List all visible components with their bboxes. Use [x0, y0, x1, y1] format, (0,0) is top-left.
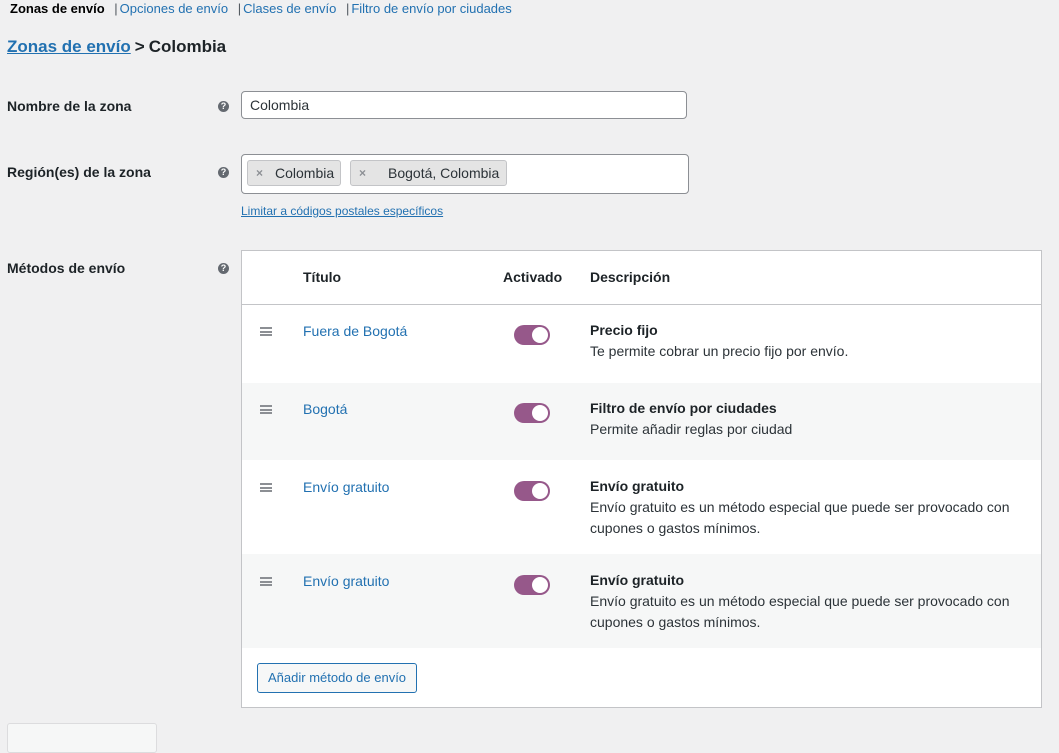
method-description: Envío gratuito Envío gratuito es un méto…: [590, 570, 1035, 633]
method-description-text: Envío gratuito es un método especial que…: [590, 499, 1010, 536]
method-description-text: Te permite cobrar un precio fijo por env…: [590, 343, 849, 359]
method-enabled-toggle[interactable]: [514, 325, 550, 345]
method-description: Filtro de envío por ciudades Permite aña…: [590, 398, 1035, 440]
method-title-link[interactable]: Bogotá: [303, 401, 347, 417]
region-tag-label: Colombia: [275, 165, 335, 181]
table-row: Envío gratuito Envío gratuito Envío grat…: [242, 460, 1041, 554]
method-description-text: Envío gratuito es un método especial que…: [590, 593, 1010, 630]
method-title-link[interactable]: Fuera de Bogotá: [303, 323, 407, 339]
method-description: Precio fijo Te permite cobrar un precio …: [590, 320, 1035, 362]
column-header-title: Título: [303, 269, 342, 285]
region-tag: × Bogotá, Colombia: [350, 160, 508, 186]
subnav-current-zonas[interactable]: Zonas de envío: [10, 1, 105, 16]
drag-handle-icon[interactable]: [260, 405, 272, 414]
shipping-methods-label: Métodos de envío: [7, 260, 126, 276]
region-tag-label: Bogotá, Colombia: [388, 165, 500, 181]
method-enabled-toggle[interactable]: [514, 481, 550, 501]
limit-postcodes-link[interactable]: Limitar a códigos postales específicos: [241, 204, 443, 218]
method-name: Precio fijo: [590, 322, 658, 338]
method-description: Envío gratuito Envío gratuito es un méto…: [590, 476, 1035, 539]
help-circle-icon[interactable]: ?: [218, 101, 229, 112]
method-name: Filtro de envío por ciudades: [590, 400, 777, 416]
add-shipping-method-button[interactable]: Añadir método de envío: [257, 663, 418, 693]
table-row: Bogotá Filtro de envío por ciudades Perm…: [242, 383, 1041, 460]
table-header: Título Activado Descripción: [242, 251, 1041, 305]
subnav-link-filtro[interactable]: Filtro de envío por ciudades: [351, 1, 511, 16]
table-row: Envío gratuito Envío gratuito Envío grat…: [242, 554, 1041, 648]
method-enabled-toggle[interactable]: [514, 403, 550, 423]
subnav-separator: |: [237, 1, 242, 16]
subnav-separator: |: [345, 1, 350, 16]
save-changes-button[interactable]: [7, 723, 157, 753]
subnav-link-clases[interactable]: Clases de envío: [243, 1, 336, 16]
breadcrumb-current: Colombia: [148, 37, 227, 56]
zone-regions-label: Región(es) de la zona: [7, 164, 151, 180]
toggle-knob: [532, 405, 548, 421]
zone-name-input[interactable]: [241, 91, 687, 119]
column-header-description: Descripción: [590, 269, 671, 285]
column-header-enabled: Activado: [503, 269, 563, 285]
remove-tag-icon[interactable]: ×: [256, 161, 263, 185]
help-circle-icon[interactable]: ?: [218, 167, 229, 178]
drag-handle-icon[interactable]: [260, 577, 272, 586]
shipping-subnav: Zonas de envío | Opciones de envío | Clase…: [10, 1, 512, 16]
method-name: Envío gratuito: [590, 572, 685, 588]
breadcrumb-separator: >: [134, 37, 145, 56]
drag-handle-icon[interactable]: [260, 327, 272, 336]
method-description-text: Permite añadir reglas por ciudad: [590, 421, 793, 437]
zone-name-label: Nombre de la zona: [7, 98, 132, 114]
toggle-knob: [532, 577, 548, 593]
shipping-methods-table: Título Activado Descripción Fuera de Bog…: [241, 250, 1042, 708]
breadcrumb-parent-link[interactable]: Zonas de envío: [7, 37, 131, 56]
method-enabled-toggle[interactable]: [514, 575, 550, 595]
subnav-separator: |: [114, 1, 118, 16]
table-row: Fuera de Bogotá Precio fijo Te permite c…: [242, 305, 1041, 383]
remove-tag-icon[interactable]: ×: [359, 161, 366, 185]
method-name: Envío gratuito: [590, 478, 685, 494]
help-circle-icon[interactable]: ?: [218, 263, 229, 274]
drag-handle-icon[interactable]: [260, 483, 272, 492]
toggle-knob: [532, 483, 548, 499]
subnav-link-opciones[interactable]: Opciones de envío: [120, 1, 228, 16]
zone-regions-select[interactable]: × Colombia × Bogotá, Colombia: [241, 154, 689, 194]
region-tag: × Colombia: [247, 160, 342, 186]
toggle-knob: [532, 327, 548, 343]
method-title-link[interactable]: Envío gratuito: [303, 573, 389, 589]
method-title-link[interactable]: Envío gratuito: [303, 479, 389, 495]
page-title: Zonas de envío > Colombia: [7, 37, 226, 57]
